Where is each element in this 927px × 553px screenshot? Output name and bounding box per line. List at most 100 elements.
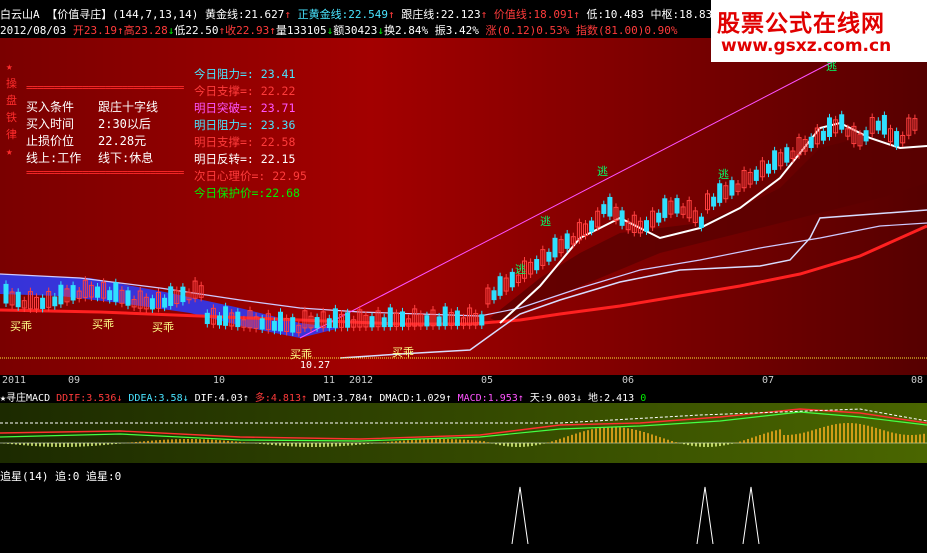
axis-tick: 2012 — [349, 375, 374, 386]
quote-amount: 额30423 — [333, 24, 378, 37]
candle — [436, 316, 442, 327]
candle — [400, 311, 405, 327]
candle — [70, 285, 76, 301]
candle — [698, 216, 704, 228]
candle — [113, 282, 119, 302]
candle — [820, 130, 826, 141]
level-today-support: 今日支撑=: 22.22 — [194, 84, 296, 98]
candle — [674, 198, 680, 214]
side-char: 盘 — [6, 94, 17, 107]
star-panel[interactable] — [0, 482, 927, 544]
indicator-name: 【价值寻庄】 — [46, 8, 113, 21]
strategy-key: 买入条件 — [26, 100, 75, 114]
escape-signal: 逃 — [597, 165, 608, 178]
follow-line-value: 22.123 — [440, 8, 481, 21]
level-tomorrow-breakout: 明日突破=: 23.71 — [194, 101, 296, 115]
level-protect-price: 今日保护价=:22.68 — [194, 186, 300, 200]
strategy-key: 线上:工作 — [26, 151, 82, 165]
low-label: 低: — [586, 8, 605, 21]
candle — [607, 196, 613, 217]
star-spike — [696, 486, 714, 544]
candle — [424, 315, 430, 327]
price-levels-panel: 今日阻力=: 23.41 今日支撑=: 22.22 明日突破=: 23.71 明… — [194, 66, 307, 202]
quote-change: 涨(0.12)0.53% — [485, 24, 570, 37]
value-line-value: 18.091 — [533, 8, 574, 21]
candlestick-chart[interactable]: 买乖 买乖 买乖 买乖 买乖逃逃逃逃逃 10.27 ★ 操 盘 铁 律 ★ =======… — [0, 38, 927, 375]
candle — [662, 198, 668, 218]
axis-tick: 10 — [213, 375, 226, 386]
candle — [656, 212, 662, 223]
arrow-icon: ↑ — [573, 8, 580, 21]
star-plot — [511, 486, 760, 544]
strategy-row: 买入时间 2:30以后 — [26, 115, 183, 132]
candle — [839, 114, 845, 130]
candle — [442, 306, 448, 327]
escape-signal: 逃 — [515, 263, 526, 276]
candle — [271, 320, 277, 331]
candle — [863, 130, 869, 142]
value-line-label: 价值线: — [493, 8, 534, 21]
macd-panel[interactable] — [0, 403, 927, 463]
candle — [784, 147, 790, 163]
level-today-resistance: 今日阻力=: 23.41 — [194, 67, 296, 81]
candle — [875, 120, 881, 131]
strategy-row: 止损价位 22.28元 — [26, 132, 183, 149]
axis-tick: 11 — [323, 375, 336, 386]
buy-signal: 买乖 — [152, 321, 174, 334]
candle — [52, 296, 58, 307]
level-tomorrow-reversal: 明日反转=: 22.15 — [194, 152, 296, 166]
axis-tick: 05 — [481, 375, 494, 386]
candle — [479, 314, 485, 326]
escape-signal: 逃 — [540, 215, 551, 228]
candle — [546, 251, 552, 262]
candle — [58, 284, 64, 305]
divider: ============================ — [26, 81, 184, 94]
indicator-params: (144,7,13,14) — [112, 8, 199, 21]
stock-name[interactable]: 白云山A — [0, 8, 40, 21]
side-char: 律 — [6, 128, 17, 141]
candle — [766, 163, 771, 174]
candle — [381, 317, 387, 328]
level-tomorrow-resistance: 明日阻力=: 23.36 — [194, 118, 296, 132]
candle — [223, 306, 229, 326]
candle — [162, 297, 168, 308]
sky-line — [0, 408, 927, 424]
quote-date: 2012/08/03 — [0, 24, 67, 37]
candle — [95, 286, 100, 298]
strategy-value: 跟庄十字线 — [98, 100, 159, 114]
candle — [314, 317, 320, 329]
quote-high: 高23.28 — [123, 24, 168, 37]
escape-signal: 逃 — [718, 168, 729, 181]
buy-signal: 买乖 — [392, 346, 414, 359]
follow-line-label: 跟庄线: — [401, 8, 441, 21]
candle — [278, 311, 283, 332]
watermark-title: 股票公式在线网 — [717, 11, 885, 37]
candle — [601, 204, 607, 214]
quote-amplitude: 振3.42% — [434, 24, 479, 37]
macd-header: ★寻庄MACD DDIF:3.536↓ DDEA:3.58↓ DIF:4.03↑… — [0, 389, 927, 404]
candle — [204, 312, 210, 325]
candle — [387, 307, 393, 328]
candle — [717, 183, 723, 203]
watermark-url: www.gsxz.com.cn — [721, 36, 892, 56]
candle — [332, 308, 338, 328]
time-axis: 2011 09 10 11 2012 05 06 07 08 — [0, 375, 927, 388]
star-spike — [511, 486, 529, 544]
candle — [345, 312, 351, 328]
candle — [509, 271, 515, 288]
strategy-key: 止损价位 — [26, 134, 75, 148]
macd-plot — [0, 408, 927, 447]
strategy-row: 买入条件 跟庄十字线 — [26, 98, 183, 115]
candle — [3, 283, 9, 304]
candle — [711, 196, 717, 207]
candle — [290, 317, 296, 333]
candle — [40, 297, 46, 309]
star-spike — [742, 486, 760, 544]
side-char: 操 — [6, 77, 17, 90]
quote-index: 指数(81.00)0.90% — [575, 24, 678, 37]
strategy-key: 买入时间 — [26, 117, 75, 131]
candle — [369, 316, 375, 328]
candle — [644, 220, 649, 232]
strategy-panel: ============================ 买入条件 跟庄十字线 买… — [26, 81, 184, 183]
candle — [326, 318, 332, 329]
